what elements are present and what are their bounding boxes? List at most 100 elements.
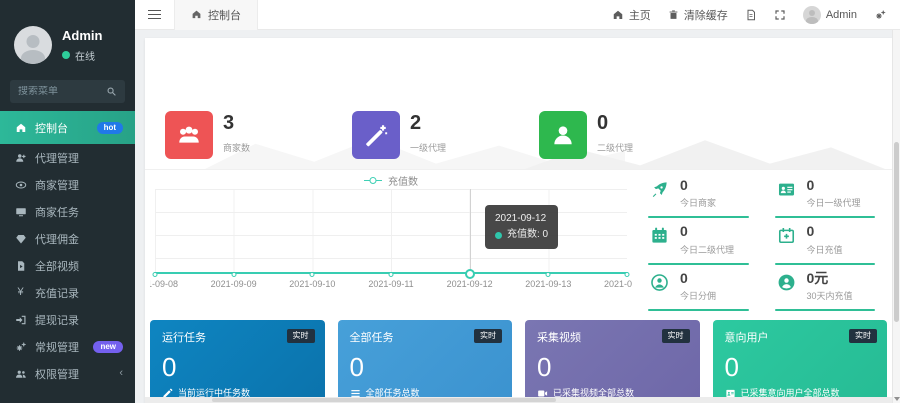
chevron-left-icon[interactable]: ‹ bbox=[119, 368, 123, 379]
chart-highlight-line bbox=[470, 189, 471, 274]
stat-card-level1-agents: 2 一级代理 bbox=[352, 111, 539, 159]
stat-label: 一级代理 bbox=[410, 141, 446, 154]
horizontal-scrollbar[interactable] bbox=[145, 397, 892, 403]
card-running-tasks[interactable]: 运行任务 实时 0 当前运行中任务数 bbox=[150, 320, 325, 403]
card-all-tasks[interactable]: 全部任务 实时 0 全部任务总数 bbox=[338, 320, 513, 403]
scroll-down-arrow-icon[interactable] bbox=[894, 397, 900, 401]
chart-data-point[interactable] bbox=[310, 272, 315, 277]
rocket-icon bbox=[648, 180, 671, 199]
user-status: 在线 bbox=[62, 48, 102, 63]
sidebar-item-label: 常规管理 bbox=[35, 339, 79, 355]
search-icon[interactable] bbox=[106, 86, 117, 97]
chart-data-point[interactable] bbox=[153, 272, 158, 277]
cogs-icon bbox=[874, 9, 887, 21]
stat-card-level2-agents: 0 二级代理 bbox=[539, 111, 726, 159]
chart-data-point[interactable] bbox=[546, 272, 551, 277]
x-tick-label: 2021-09-09 bbox=[211, 279, 257, 289]
chart-tooltip: 2021-09-12 充值数: 0 bbox=[485, 205, 558, 249]
card-value: 0 bbox=[725, 354, 876, 380]
realtime-badge: 实时 bbox=[849, 329, 877, 343]
tooltip-value: 充值数: 0 bbox=[507, 227, 548, 243]
sidebar-item-merchant-management[interactable]: 商家管理 bbox=[0, 171, 135, 198]
clear-cache-button[interactable]: 清除缓存 bbox=[668, 7, 728, 23]
home-button[interactable]: 主页 bbox=[612, 7, 651, 23]
vertical-scrollbar-thumb[interactable] bbox=[894, 142, 899, 322]
sidebar-item-recharge-records[interactable]: ¥ 充值记录 bbox=[0, 279, 135, 306]
user-name: Admin bbox=[62, 28, 102, 43]
realtime-badge: 实时 bbox=[474, 329, 502, 343]
chart-data-point[interactable] bbox=[625, 272, 630, 277]
hamburger-menu-icon[interactable] bbox=[135, 10, 174, 20]
legend-label: 充值数 bbox=[388, 173, 418, 188]
sidebar-item-label: 商家管理 bbox=[35, 177, 79, 193]
video-file-icon bbox=[14, 260, 27, 272]
stat-value: 0 bbox=[807, 178, 861, 193]
topbar: 控制台 主页 清除缓存 Admin bbox=[135, 0, 900, 30]
stat-label: 30天内充值 bbox=[807, 289, 853, 302]
magic-wand-icon bbox=[352, 111, 400, 159]
expand-icon bbox=[774, 9, 786, 21]
x-tick-label: 2021-09-11 bbox=[368, 279, 413, 289]
topbar-right: 主页 清除缓存 Admin bbox=[612, 6, 900, 24]
stat-today-commission: 0 今日分佣 bbox=[648, 265, 749, 311]
stat-label: 今日二级代理 bbox=[680, 243, 734, 256]
stat-today-level2-agents: 0 今日二级代理 bbox=[648, 218, 749, 264]
card-value: 0 bbox=[350, 354, 501, 380]
main-area: 控制台 主页 清除缓存 Admin bbox=[135, 0, 900, 403]
sidebar-item-withdrawal-records[interactable]: 提现记录 bbox=[0, 306, 135, 333]
stat-today-merchants: 0 今日商家 bbox=[648, 172, 749, 218]
settings-button[interactable] bbox=[874, 9, 887, 21]
chart-legend[interactable]: 充值数 bbox=[364, 173, 418, 188]
stat-today-recharge: 0 今日充值 bbox=[775, 218, 876, 264]
card-value: 0 bbox=[162, 354, 313, 380]
sidebar-item-console[interactable]: 控制台 hot bbox=[0, 111, 135, 144]
sidebar-item-agent-commission[interactable]: 代理佣金 bbox=[0, 225, 135, 252]
realtime-badge: 实时 bbox=[662, 329, 690, 343]
user-circle-icon bbox=[648, 273, 671, 292]
desktop-icon bbox=[14, 206, 27, 218]
user-status-label: 在线 bbox=[75, 48, 95, 63]
sidebar-item-general-management[interactable]: 常规管理 new bbox=[0, 333, 135, 360]
recharge-line-chart[interactable]: 充值数 2021-09-08 2021-09-09 2021-09-1 bbox=[150, 170, 632, 294]
chart-data-point[interactable] bbox=[389, 272, 394, 277]
chart-data-point[interactable] bbox=[231, 272, 236, 277]
vertical-scrollbar[interactable] bbox=[892, 30, 900, 403]
card-intent-users[interactable]: 意向用户 实时 0 已采集意向用户全部总数 bbox=[713, 320, 888, 403]
stat-label: 今日商家 bbox=[680, 196, 716, 209]
sidebar-item-agent-management[interactable]: 代理管理 bbox=[0, 144, 135, 171]
card-collected-videos[interactable]: 采集视频 实时 0 已采集视频全部总数 bbox=[525, 320, 700, 403]
sidebar-item-all-videos[interactable]: 全部视频 bbox=[0, 252, 135, 279]
horizontal-scrollbar-thumb[interactable] bbox=[212, 398, 556, 402]
x-tick-label: 2021-09-08 bbox=[150, 279, 178, 289]
sidebar-item-merchant-tasks[interactable]: 商家任务 bbox=[0, 198, 135, 225]
gem-icon bbox=[14, 233, 27, 245]
fullscreen-button[interactable] bbox=[774, 9, 786, 21]
cogs-icon bbox=[14, 341, 27, 353]
search-input[interactable] bbox=[18, 86, 102, 97]
users-icon bbox=[14, 368, 27, 380]
eye-icon bbox=[14, 179, 27, 191]
x-tick-label: 2021-09-14 bbox=[604, 279, 632, 289]
refresh-page-button[interactable] bbox=[745, 9, 757, 21]
sidebar-item-label: 代理佣金 bbox=[35, 231, 79, 247]
stat-label: 今日分佣 bbox=[680, 289, 716, 302]
page-icon bbox=[745, 9, 757, 21]
user-circle-filled-icon bbox=[775, 273, 798, 292]
stat-value: 0 bbox=[597, 113, 633, 133]
user-menu-label: Admin bbox=[826, 9, 857, 21]
chart-data-point-active[interactable] bbox=[465, 269, 475, 279]
avatar[interactable] bbox=[14, 26, 52, 64]
stat-value: 2 bbox=[410, 113, 446, 133]
tab-console[interactable]: 控制台 bbox=[174, 0, 258, 30]
user-menu[interactable]: Admin bbox=[803, 6, 857, 24]
sidebar-item-permission-management[interactable]: 权限管理 ‹ bbox=[0, 360, 135, 387]
bottom-cards-row: 运行任务 实时 0 当前运行中任务数 全部任务 实时 0 全部任务总数 采集视频 bbox=[145, 311, 892, 403]
x-tick-label: 2021-09-10 bbox=[289, 279, 335, 289]
top-stats-row: 3 商家数 2 一级代理 0 二级代理 bbox=[145, 38, 892, 170]
stat-value: 0 bbox=[680, 224, 734, 239]
stat-value: 0 bbox=[807, 224, 843, 239]
stat-value: 0元 bbox=[807, 271, 853, 286]
stat-value: 0 bbox=[680, 178, 716, 193]
stat-value: 0 bbox=[680, 271, 716, 286]
sidebar-menu: 控制台 hot 代理管理 商家管理 商家任务 代理佣金 全部视频 ¥ 充值记录 bbox=[0, 111, 135, 387]
